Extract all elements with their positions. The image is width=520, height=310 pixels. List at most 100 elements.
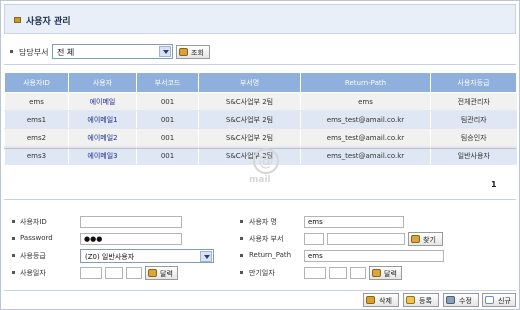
pagination-current-page[interactable]: 1	[491, 180, 497, 189]
return-path-input[interactable]: ems	[304, 250, 444, 262]
end-date-day-input[interactable]	[350, 267, 366, 279]
cell-user-name-link[interactable]: 에이메일1	[68, 110, 137, 129]
password-input[interactable]: ●●●	[80, 233, 182, 245]
grade-select-value: (Z0) 일반사용자	[85, 253, 135, 261]
bullet-icon	[10, 50, 13, 53]
user-name-label: 사용자 명	[249, 218, 277, 226]
start-date-calendar-button[interactable]: 달력	[145, 266, 178, 280]
calendar-icon	[372, 269, 381, 277]
chevron-down-icon[interactable]	[200, 251, 212, 262]
user-dept-code-input[interactable]	[304, 233, 324, 245]
find-dept-button[interactable]: 찾기	[408, 232, 443, 246]
bullet-icon	[12, 271, 15, 274]
col-header-user-id[interactable]: 사용자ID	[4, 72, 69, 93]
cell-user-name-link[interactable]: 에이메일3	[68, 146, 137, 165]
trash-icon	[366, 296, 375, 304]
filter-row: 담당부서 전 체 조회	[10, 44, 310, 60]
bullet-icon	[240, 271, 243, 274]
return-path-label: Return_Path	[249, 251, 292, 259]
user-dept-name-input[interactable]	[327, 233, 405, 245]
watermark-text: mail	[249, 175, 271, 185]
cell-user-id: ems1	[4, 110, 69, 129]
start-date-year-input[interactable]	[80, 267, 102, 279]
end-date-calendar-button[interactable]: 달력	[369, 266, 402, 280]
cell-return-path: ems	[300, 92, 431, 111]
col-header-grade[interactable]: 사용자등급	[430, 72, 517, 93]
search-button[interactable]: 조회	[176, 45, 210, 59]
cell-dept-code: 001	[136, 146, 199, 165]
cell-return-path: ems_test@amail.co.kr	[300, 146, 431, 165]
cell-user-id: ems3	[4, 146, 69, 165]
col-header-dept-code[interactable]: 부서코드	[136, 72, 199, 93]
cell-grade: 일반사용자	[430, 146, 517, 165]
bullet-icon	[12, 220, 15, 223]
bullet-icon	[12, 237, 15, 240]
table-row[interactable]: ems1 에이메일1 001 S&C사업부 2팀 ems_test@amail.…	[4, 110, 517, 129]
register-button-label: 등록	[419, 297, 432, 305]
end-date-label: 만기일자	[249, 269, 275, 277]
title-bar: 사용자 관리	[4, 4, 516, 34]
user-name-input[interactable]: ems	[304, 216, 404, 228]
start-date-label: 사용일자	[20, 269, 46, 277]
find-button-label: 찾기	[423, 236, 436, 244]
find-icon	[411, 235, 420, 243]
end-date-month-input[interactable]	[329, 267, 347, 279]
cell-dept-name: S&C사업부 2팀	[198, 110, 301, 129]
table-row[interactable]: ems 에이메일 001 S&C사업부 2팀 ems 전체관리자	[4, 92, 517, 111]
folder-icon	[14, 17, 21, 23]
cell-grade: 전체관리자	[430, 92, 517, 111]
bullet-icon	[240, 220, 243, 223]
cell-dept-code: 001	[136, 128, 199, 147]
page-title: 사용자 관리	[26, 17, 71, 27]
table-header-row: 사용자ID 사용자 부서코드 부서명 Return-Path 사용자등급	[4, 72, 517, 93]
user-dept-label: 사용자 부서	[249, 235, 284, 243]
col-header-dept-name[interactable]: 부서명	[198, 72, 301, 93]
bullet-icon	[240, 237, 243, 240]
cell-dept-name: S&C사업부 2팀	[198, 146, 301, 165]
cell-dept-code: 001	[136, 92, 199, 111]
delete-button-label: 삭제	[379, 297, 392, 305]
calendar-icon	[148, 269, 157, 277]
dept-filter-value: 전 체	[57, 48, 75, 57]
edit-button[interactable]: 수정	[443, 293, 479, 307]
cell-user-name-link[interactable]: 에이메일	[68, 92, 137, 111]
folder-icon	[406, 296, 415, 304]
col-header-return-path[interactable]: Return-Path	[300, 72, 431, 93]
grade-label: 사용등급	[20, 252, 46, 260]
new-document-icon	[485, 296, 494, 304]
cell-grade: 팀승인자	[430, 128, 517, 147]
grade-select[interactable]: (Z0) 일반사용자	[80, 249, 214, 263]
bullet-icon	[12, 254, 15, 257]
search-icon	[179, 48, 188, 56]
delete-button[interactable]: 삭제	[363, 293, 399, 307]
calendar-button-label: 달력	[160, 270, 173, 278]
cell-return-path: ems_test@amail.co.kr	[300, 128, 431, 147]
cell-grade: 팀관리자	[430, 110, 517, 129]
register-button[interactable]: 등록	[403, 293, 439, 307]
table-row[interactable]: ems2 에이메일2 001 S&C사업부 2팀 ems_test@amail.…	[4, 128, 517, 147]
cell-dept-name: S&C사업부 2팀	[198, 92, 301, 111]
search-button-label: 조회	[191, 49, 204, 57]
calendar-button-label: 달력	[384, 270, 397, 278]
end-date-year-input[interactable]	[304, 267, 326, 279]
user-detail-form: 사용자ID Password ●●● 사용등급 (Z0) 일반사용자 사용일자 …	[4, 203, 516, 285]
col-header-user[interactable]: 사용자	[68, 72, 137, 93]
chevron-down-icon[interactable]	[159, 46, 171, 57]
bullet-icon	[240, 254, 243, 257]
cell-user-name-link[interactable]: 에이메일2	[68, 128, 137, 147]
cell-dept-name: S&C사업부 2팀	[198, 128, 301, 147]
new-button[interactable]: 신규	[482, 293, 516, 307]
wrench-icon	[446, 296, 455, 304]
dept-filter-label: 담당부서	[19, 48, 49, 57]
dept-filter-select[interactable]: 전 체	[52, 44, 173, 59]
divider	[4, 199, 516, 200]
divider	[4, 64, 516, 65]
user-id-input[interactable]	[80, 216, 182, 228]
start-date-month-input[interactable]	[105, 267, 123, 279]
divider	[4, 290, 516, 291]
cell-user-id: ems	[4, 92, 69, 111]
start-date-day-input[interactable]	[126, 267, 142, 279]
password-label: Password	[20, 234, 53, 242]
new-button-label: 신규	[498, 297, 511, 305]
cell-return-path: ems_test@amail.co.kr	[300, 110, 431, 129]
